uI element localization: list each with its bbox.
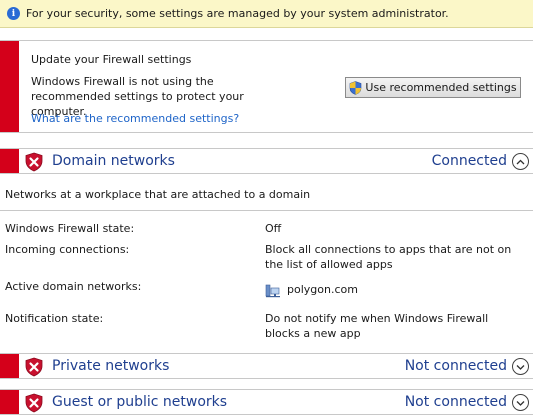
expand-public-button[interactable] <box>512 394 529 411</box>
collapse-domain-button[interactable] <box>512 153 529 170</box>
private-networks-header[interactable]: Private networks Not connected <box>0 353 533 379</box>
alert-red-bar <box>0 41 19 132</box>
domain-red-bar <box>0 149 19 173</box>
domain-network-name: polygon.com <box>287 283 358 296</box>
red-shield-x-icon <box>25 393 43 413</box>
public-networks-status: Not connected <box>404 394 507 410</box>
private-red-bar <box>0 354 19 378</box>
incoming-connections-value: Block all connections to apps that are n… <box>265 243 512 271</box>
chevron-up-icon <box>516 159 525 164</box>
firewall-alert-panel: Update your Firewall settings Windows Fi… <box>0 40 533 133</box>
alert-title: Update your Firewall settings <box>31 53 192 66</box>
domain-description-row: Networks at a workplace that are attache… <box>0 175 533 211</box>
firewall-state-label: Windows Firewall state: <box>5 222 135 235</box>
domain-description: Networks at a workplace that are attache… <box>5 188 311 201</box>
domain-network-icon <box>265 284 280 297</box>
admin-info-bar: i For your security, some settings are m… <box>0 0 533 28</box>
chevron-down-icon <box>516 400 525 406</box>
notification-state-label: Notification state: <box>5 312 104 325</box>
recommended-settings-link[interactable]: What are the recommended settings? <box>31 112 239 125</box>
public-red-bar <box>0 390 19 414</box>
use-recommended-settings-button[interactable]: Use recommended settings <box>345 77 521 98</box>
private-networks-status: Not connected <box>404 358 507 374</box>
firewall-state-value: Off <box>265 222 282 235</box>
info-icon: i <box>7 7 20 20</box>
domain-networks-status: Connected <box>431 153 507 169</box>
active-domain-networks-value: polygon.com <box>265 282 525 298</box>
incoming-connections-label: Incoming connections: <box>5 243 130 256</box>
domain-networks-title: Domain networks <box>52 153 175 169</box>
uac-shield-icon <box>350 80 362 95</box>
active-domain-networks-label: Active domain networks: <box>5 280 142 293</box>
public-networks-title: Guest or public networks <box>52 394 228 410</box>
admin-info-text: For your security, some settings are man… <box>26 7 449 20</box>
red-shield-x-icon <box>25 152 43 172</box>
red-shield-x-icon <box>25 357 43 377</box>
domain-networks-header[interactable]: Domain networks Connected <box>0 148 533 174</box>
public-networks-header[interactable]: Guest or public networks Not connected <box>0 389 533 415</box>
private-networks-title: Private networks <box>52 358 170 374</box>
notification-state-value: Do not notify me when Windows Firewall b… <box>265 312 489 340</box>
chevron-down-icon <box>516 364 525 370</box>
use-recommended-settings-label: Use recommended settings <box>365 81 517 94</box>
expand-private-button[interactable] <box>512 358 529 375</box>
